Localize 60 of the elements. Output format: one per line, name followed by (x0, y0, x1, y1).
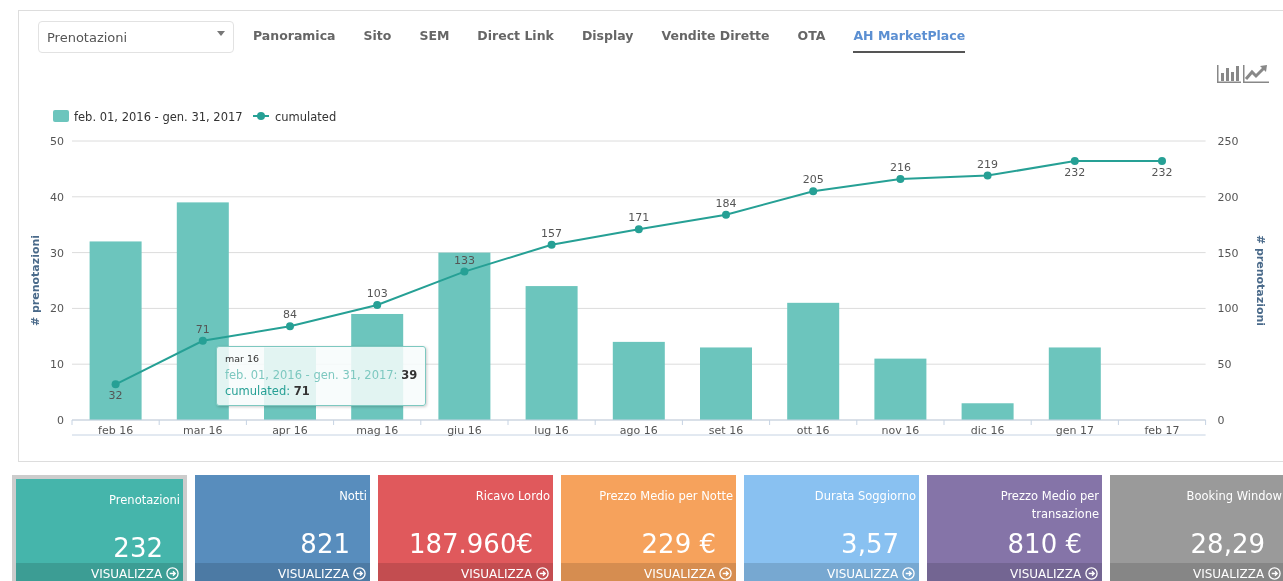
x-axis-label: nov 16 (881, 424, 920, 437)
card-value: 187.960€ (407, 528, 534, 559)
y-axis-label: 50 (1217, 358, 1232, 372)
data-label: 232 (1064, 166, 1086, 180)
card-title: Notti (338, 488, 368, 505)
y-axis-label: 150 (1217, 246, 1239, 260)
x-axis-label: giu 16 (447, 424, 482, 437)
y-axis-label: 0 (1217, 414, 1225, 427)
data-label: 84 (283, 308, 297, 322)
data-label: 232 (1151, 166, 1173, 180)
data-label: 133 (453, 253, 475, 267)
tooltip-series-label: feb. 01, 2016 - gen. 31, 2017: (225, 368, 398, 382)
x-axis-label: dic 16 (970, 424, 1005, 437)
x-axis-label: apr 16 (272, 424, 308, 437)
data-label: 103 (366, 287, 388, 301)
card-value: 229 € (640, 528, 717, 559)
x-axis-label: mar 16 (183, 424, 223, 437)
x-axis-label: feb 17 (1144, 424, 1180, 437)
legend-label: cumulated (275, 110, 337, 124)
card-title: Prezzo Medio per transazione (999, 488, 1100, 521)
data-label: 157 (541, 226, 563, 240)
x-axis-label: set 16 (708, 424, 744, 437)
tooltip-title: mar 16 (225, 353, 261, 364)
data-label: 216 (889, 160, 911, 174)
x-axis-label: feb 16 (98, 424, 134, 437)
y-axis-label: 30 (50, 246, 64, 260)
card-value: 810 € (1006, 528, 1083, 559)
y-axis-label: 20 (50, 302, 64, 316)
card-title: Ricavo Lordo (474, 488, 551, 505)
y-axis-label: 0 (57, 414, 64, 427)
card-title: Durata Soggiorno (813, 488, 917, 505)
y-axis-label: 40 (50, 190, 64, 204)
y-axis-label: 200 (1217, 190, 1239, 204)
card-value: 821 (299, 528, 351, 559)
x-axis-label: gen 17 (1055, 424, 1094, 437)
tooltip-series-label: cumulated: (225, 384, 291, 398)
card-value: 28,29 (1189, 528, 1266, 559)
y-axis-title: # prenotazioni (29, 234, 42, 327)
y-axis-label: 10 (50, 358, 64, 372)
data-label: 205 (802, 173, 824, 187)
x-axis-label: lug 16 (534, 424, 569, 437)
x-axis-label: ago 16 (619, 424, 658, 437)
tooltip-value: 71 (293, 384, 310, 398)
data-label: 184 (715, 196, 737, 210)
y-axis-label: 100 (1217, 302, 1239, 316)
data-label: 171 (628, 211, 650, 225)
data-label: 71 (195, 322, 210, 336)
data-label: 219 (977, 157, 999, 171)
card-value: 3,57 (840, 528, 900, 559)
data-label: 32 (108, 389, 123, 403)
card-title: Prezzo Medio per Notte (598, 488, 734, 505)
tooltip-value: 39 (401, 368, 418, 382)
x-axis-label: mag 16 (356, 424, 399, 437)
y-axis-label: 50 (50, 135, 64, 148)
card-title: Prenotazioni (108, 492, 181, 509)
card-value: 232 (112, 532, 164, 563)
x-axis-label: ott 16 (796, 424, 830, 437)
y-axis-label: 250 (1217, 135, 1239, 148)
y-axis-title: # prenotazioni (1254, 234, 1267, 327)
card-title: Booking Window (1185, 488, 1283, 505)
